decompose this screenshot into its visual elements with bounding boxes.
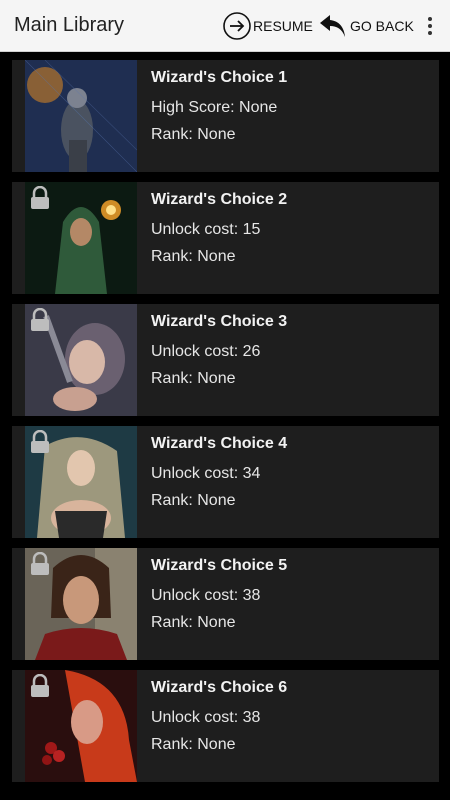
list-item[interactable]: Wizard's Choice 1 High Score: None Rank:… (12, 60, 439, 172)
unlock-cost-text: Unlock cost: 38 (151, 709, 261, 726)
list-item[interactable]: Wizard's Choice 2 Unlock cost: 15 Rank: … (12, 182, 439, 294)
undo-arrow-icon (318, 11, 348, 41)
resume-button[interactable]: RESUME (222, 10, 313, 42)
story-title: Wizard's Choice 4 (151, 435, 288, 452)
rank-text: Rank: None (151, 370, 236, 387)
lock-icon (31, 552, 49, 575)
unlock-cost-text: Unlock cost: 38 (151, 587, 261, 604)
high-score-text: High Score: None (151, 99, 278, 116)
unlock-cost-text: Unlock cost: 26 (151, 343, 261, 360)
book-cover-image (25, 670, 137, 782)
book-cover-image (25, 426, 137, 538)
rank-text: Rank: None (151, 736, 236, 753)
go-back-button[interactable]: GO BACK (318, 10, 414, 42)
rank-text: Rank: None (151, 248, 236, 265)
list-item[interactable]: Wizard's Choice 3 Unlock cost: 26 Rank: … (12, 304, 439, 416)
list-item[interactable]: Wizard's Choice 5 Unlock cost: 38 Rank: … (12, 548, 439, 660)
go-back-label: GO BACK (350, 18, 414, 34)
app-bar: Main Library RESUME GO BACK (0, 0, 450, 52)
story-title: Wizard's Choice 6 (151, 679, 288, 696)
book-cover-image (25, 304, 137, 416)
resume-label: RESUME (253, 18, 313, 34)
story-title: Wizard's Choice 1 (151, 69, 288, 86)
lock-icon (31, 308, 49, 331)
list-item[interactable]: Wizard's Choice 6 Unlock cost: 38 Rank: … (12, 670, 439, 782)
story-title: Wizard's Choice 3 (151, 313, 288, 330)
book-cover-image (25, 548, 137, 660)
unlock-cost-text: Unlock cost: 15 (151, 221, 261, 238)
unlock-cost-text: Unlock cost: 34 (151, 465, 261, 482)
lock-icon (31, 186, 49, 209)
book-cover-image (25, 60, 137, 172)
rank-text: Rank: None (151, 492, 236, 509)
page-title: Main Library (14, 14, 125, 36)
arrow-circle-right-icon (222, 11, 252, 41)
lock-icon (31, 430, 49, 453)
book-cover-image (25, 182, 137, 294)
more-options-icon[interactable] (418, 14, 442, 38)
list-item[interactable]: Wizard's Choice 4 Unlock cost: 34 Rank: … (12, 426, 439, 538)
lock-icon (31, 674, 49, 697)
rank-text: Rank: None (151, 614, 236, 631)
story-title: Wizard's Choice 2 (151, 191, 288, 208)
rank-text: Rank: None (151, 126, 236, 143)
story-title: Wizard's Choice 5 (151, 557, 288, 574)
